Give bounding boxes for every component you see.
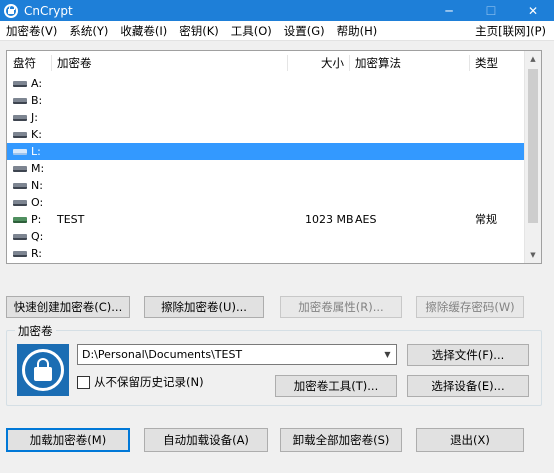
- no-history-option[interactable]: 从不保留历史记录(N): [77, 374, 204, 390]
- chevron-down-icon[interactable]: ▼: [379, 345, 396, 364]
- drive-icon: [13, 200, 27, 206]
- cell-volume: TEST: [57, 213, 85, 226]
- header-volume[interactable]: 加密卷: [51, 51, 92, 75]
- volume-path-combo[interactable]: D:\Personal\Documents\TEST ▼: [77, 344, 397, 365]
- auto-mount-button[interactable]: 自动加载设备(A): [144, 428, 268, 452]
- volume-tools-button[interactable]: 加密卷工具(T)...: [275, 375, 397, 397]
- cell-drive: L:: [31, 145, 41, 158]
- table-row[interactable]: L:: [7, 143, 525, 160]
- cell-type: 常规: [475, 213, 497, 226]
- table-row[interactable]: J:: [7, 109, 525, 126]
- table-row[interactable]: P: TEST 1023 MB AES 常规: [7, 211, 525, 228]
- volume-path-text[interactable]: D:\Personal\Documents\TEST: [82, 345, 242, 364]
- close-button[interactable]: ✕: [512, 0, 554, 21]
- cell-algorithm: AES: [355, 213, 377, 226]
- erase-volume-button[interactable]: 擦除加密卷(U)...: [144, 296, 264, 318]
- drive-icon: [13, 132, 27, 138]
- minimize-button[interactable]: ─: [428, 0, 470, 21]
- create-volume-button[interactable]: 快速创建加密卷(C)...: [6, 296, 130, 318]
- title-bar[interactable]: CnCrypt ─ ☐ ✕: [0, 0, 554, 21]
- window-controls: ─ ☐ ✕: [428, 0, 554, 21]
- mount-button[interactable]: 加载加密卷(M): [6, 428, 130, 452]
- drive-icon: [13, 166, 27, 172]
- header-size[interactable]: 大小: [315, 51, 344, 75]
- menu-help[interactable]: 帮助(H): [331, 23, 384, 39]
- scroll-down-icon[interactable]: ▼: [525, 247, 541, 263]
- drive-icon: [13, 217, 27, 223]
- cell-drive: N:: [31, 179, 43, 192]
- cell-drive: O:: [31, 196, 44, 209]
- table-row[interactable]: A:: [7, 75, 525, 92]
- maximize-button[interactable]: ☐: [470, 0, 512, 21]
- no-history-checkbox[interactable]: [77, 375, 90, 389]
- table-row[interactable]: O:: [7, 194, 525, 211]
- menu-favorites[interactable]: 收藏卷(I): [114, 23, 173, 39]
- table-row[interactable]: B:: [7, 92, 525, 109]
- select-device-button[interactable]: 选择设备(E)...: [407, 375, 529, 397]
- menu-settings[interactable]: 设置(G): [278, 23, 331, 39]
- menu-keyfiles[interactable]: 密钥(K): [173, 23, 225, 39]
- cell-drive: P:: [31, 213, 42, 226]
- drive-icon: [13, 81, 27, 87]
- vertical-scrollbar[interactable]: ▲ ▼: [524, 51, 541, 263]
- drive-icon: [13, 183, 27, 189]
- menu-homepage[interactable]: 主页[联网](P): [471, 23, 550, 39]
- volume-properties-button[interactable]: 加密卷属性(R)...: [280, 296, 402, 318]
- select-file-button[interactable]: 选择文件(F)...: [407, 344, 529, 366]
- drive-icon: [13, 98, 27, 104]
- drive-icon: [13, 234, 27, 240]
- cncrypt-logo-icon: [17, 344, 69, 396]
- list-header: 盘符 加密卷 大小 加密算法 类型: [7, 51, 525, 75]
- table-row[interactable]: M:: [7, 160, 525, 177]
- drive-list[interactable]: 盘符 加密卷 大小 加密算法 类型 A: B: J: K: L: M: N: O: P: TEST…: [6, 50, 542, 264]
- cell-drive: Q:: [31, 230, 44, 243]
- cell-drive: A:: [31, 77, 43, 90]
- drive-icon: [13, 149, 27, 155]
- drive-icon: [13, 251, 27, 257]
- cell-drive: B:: [31, 94, 43, 107]
- scroll-up-icon[interactable]: ▲: [525, 51, 541, 67]
- table-row[interactable]: Q:: [7, 228, 525, 245]
- table-row[interactable]: K:: [7, 126, 525, 143]
- no-history-label[interactable]: 从不保留历史记录(N): [94, 374, 204, 390]
- header-algorithm[interactable]: 加密算法: [349, 51, 401, 75]
- table-row[interactable]: R:: [7, 245, 525, 262]
- menu-volumes[interactable]: 加密卷(V): [0, 23, 63, 39]
- menu-system[interactable]: 系统(Y): [63, 23, 114, 39]
- wipe-cache-button[interactable]: 擦除缓存密码(W): [416, 296, 524, 318]
- volume-group: 加密卷 D:\Personal\Documents\TEST ▼ 从不保留历史记…: [6, 323, 542, 406]
- menu-tools[interactable]: 工具(O): [225, 23, 278, 39]
- cell-drive: R:: [31, 247, 43, 260]
- cell-drive: M:: [31, 162, 45, 175]
- app-lock-icon: [4, 3, 18, 18]
- cell-drive: J:: [31, 111, 38, 124]
- scroll-thumb[interactable]: [528, 69, 538, 223]
- dismount-all-button[interactable]: 卸载全部加密卷(S): [280, 428, 402, 452]
- drive-icon: [13, 115, 27, 121]
- header-drive[interactable]: 盘符: [7, 51, 36, 75]
- header-type[interactable]: 类型: [469, 51, 498, 75]
- exit-button[interactable]: 退出(X): [416, 428, 524, 452]
- window-title: CnCrypt: [24, 3, 73, 18]
- menu-bar: 加密卷(V) 系统(Y) 收藏卷(I) 密钥(K) 工具(O) 设置(G) 帮助…: [0, 21, 554, 41]
- cell-drive: K:: [31, 128, 42, 141]
- table-row[interactable]: N:: [7, 177, 525, 194]
- volume-group-legend: 加密卷: [15, 323, 56, 339]
- cell-size: 1023 MB: [305, 213, 354, 226]
